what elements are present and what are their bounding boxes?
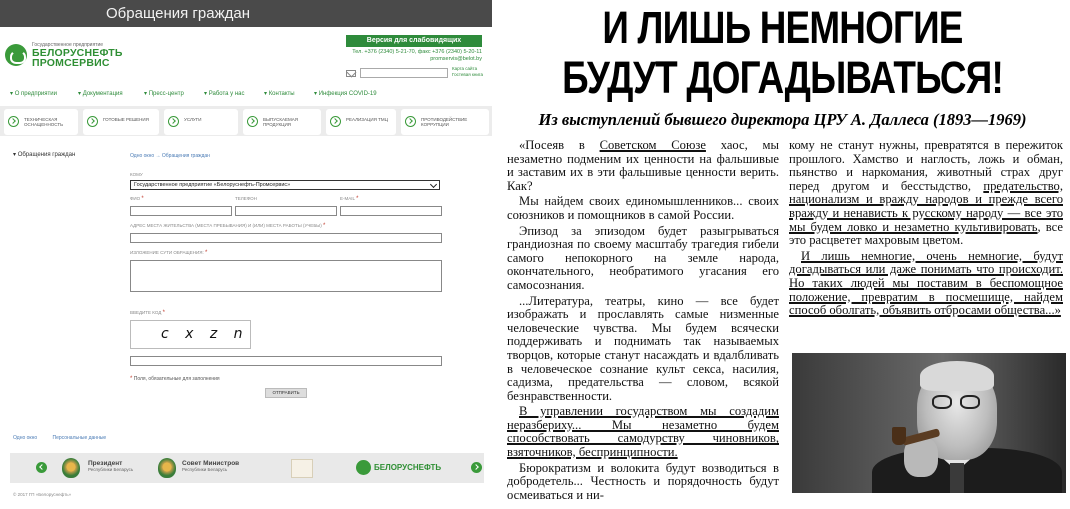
arrow-circle-icon [405,116,416,127]
tile-anticorruption[interactable]: ПРОТИВОДЕЙСТВИЕ КОРРУПЦИИ [401,109,489,135]
phone-field[interactable] [235,206,337,216]
council-emblem-icon[interactable] [158,458,176,478]
president-emblem-icon[interactable] [62,458,80,478]
paragraph: Бюрократизм и волокита будут возводиться… [507,460,779,502]
arrow-circle-icon [8,116,19,127]
footer-link-personal-data[interactable]: Персональные данные [53,435,107,441]
article-column-right: кому не станут нужны, превратятся в пере… [789,139,1063,353]
email-field[interactable] [340,206,442,216]
phone-label: ТЕЛЕФОН [235,196,257,201]
contacts-block: Тел. +376 (2340) 5-21-70, факс +376 (234… [346,49,482,63]
tile-solutions[interactable]: ГОТОВЫЕ РЕШЕНИЯ [83,109,159,135]
nav-item-press[interactable]: ▾ Пресс-центр [144,90,184,97]
tile-services[interactable]: УСЛУГИ [164,109,238,135]
paragraph: «Посеяв в Советском Союзе хаос, мы незам… [507,139,779,193]
captcha-field[interactable] [130,356,442,366]
headline-line1: И ЛИШЬ НЕМНОГИЕ [602,2,963,53]
address-label: АДРЕС МЕСТА ЖИТЕЛЬСТВА (МЕСТА ПРЕБЫВАНИЯ… [130,223,326,229]
paragraph: ...Литература, театры, кино — все будет … [507,293,779,403]
arrow-circle-icon [168,116,179,127]
paragraph: Мы найдем своих единомышленников... свои… [507,194,779,222]
tile-equipment[interactable]: ТЕХНИЧЕСКАЯ ОСНАЩЕННОСТЬ [4,109,78,135]
captcha-label: ВВЕДИТЕ КОД * [130,310,165,316]
fio-label: ФИО * [130,196,144,202]
carousel-next-icon[interactable] [471,462,482,473]
submit-button[interactable]: ОТПРАВИТЬ [265,388,307,398]
arrow-circle-icon [330,116,341,127]
recipient-select[interactable]: Государственное предприятие «Белоруснефт… [130,180,440,190]
fio-field[interactable] [130,206,232,216]
address-field[interactable] [130,233,442,243]
paragraph: кому не станут нужны, превратятся в пере… [789,139,1063,248]
contacts-email[interactable]: promservis@belot.by [346,56,482,63]
message-label: ИЗЛОЖЕНИЕ СУТИ ОБРАЩЕНИЯ: * [130,250,208,256]
tile-sales[interactable]: РЕАЛИЗАЦИЯ ТМЦ [326,109,396,135]
sidebar-item-appeals[interactable]: ▾ Обращения граждан [13,151,75,158]
website-screenshot: Обращения граждан Государственное предпр… [0,0,492,509]
paragraph-underlined: В управлении государством мы создадим не… [507,404,779,460]
message-textarea[interactable] [130,260,442,292]
paragraph: Эпизод за эпизодом будет разыгрываться г… [507,223,779,292]
arrow-circle-icon [247,116,258,127]
copyright: © 2017 ГП «Белоруснефть» [13,492,72,497]
main-nav: ▾ О предприятии ▾ Документация ▾ Пресс-ц… [0,88,492,100]
nav-item-covid[interactable]: ▾ Инфекция COVID-19 [314,90,377,97]
required-note: * Поля, обязательные для заполнения [130,376,220,382]
sitemap-links[interactable]: Карта сайта Гостевая книга [452,66,486,77]
headline-line2: БУДУТ ДОГАДЫВАТЬСЯ! [562,52,1004,103]
tile-products[interactable]: ВЫПУСКАЕМАЯ ПРОДУКЦИЯ [243,109,321,135]
logo-name-line2: ПРОМСЕРВИС [32,57,110,69]
portrait-photo [792,353,1066,493]
email-label: E-MAIL * [340,196,359,202]
footer-link-one-window[interactable]: Одно окно [13,435,37,441]
footer-links: Одно окно Персональные данные [13,435,120,441]
belorusneft-logo-icon [356,460,371,475]
to-label: КОМУ [130,172,143,177]
low-vision-version-button[interactable]: Версия для слабовидящих [346,35,482,47]
newspaper-clipping: И ЛИШЬ НЕМНОГИЕ БУДУТ ДОГАДЫВАТЬСЯ! Из в… [495,0,1070,509]
nav-item-docs[interactable]: ▾ Документация [78,90,123,97]
nav-item-about[interactable]: ▾ О предприятии [10,90,57,97]
footer-brand-link[interactable]: БЕЛОРУСНЕФТЬ [356,460,470,475]
mail-icon[interactable] [346,70,356,77]
service-tiles: ТЕХНИЧЕСКАЯ ОСНАЩЕННОСТЬ ГОТОВЫЕ РЕШЕНИЯ… [0,106,492,136]
article-column-left: «Посеяв в Советском Союзе хаос, мы незам… [507,139,779,509]
council-link[interactable]: Совет Министров Республики Беларусь [182,460,239,473]
chevron-down-icon [429,180,438,189]
subtitle: Из выступлений бывшего директора ЦРУ А. … [538,110,1027,129]
captcha-image: c x z n [130,320,251,349]
logo-name[interactable]: БЕЛОРУСНЕФТЬ ПРОМСЕРВИС [32,48,123,69]
window-title: Обращения граждан [0,0,492,27]
arrow-circle-icon [87,116,98,127]
carousel-prev-icon[interactable] [36,462,47,473]
stamp-icon[interactable] [291,459,313,478]
belorusneft-logo-icon[interactable] [5,44,27,66]
president-link[interactable]: Президент Республики Беларусь [88,460,133,473]
search-input[interactable] [360,68,448,78]
contacts-phone: Тел. +376 (2340) 5-21-70, факс +376 (234… [352,49,482,55]
breadcrumb[interactable]: Одно окно → Обращения граждан [130,153,210,159]
paragraph-underlined: И лишь немногие, очень немногие, будут д… [789,248,1063,318]
nav-item-contacts[interactable]: ▾ Контакты [264,90,295,97]
nav-item-jobs[interactable]: ▾ Работа у нас [204,90,244,97]
